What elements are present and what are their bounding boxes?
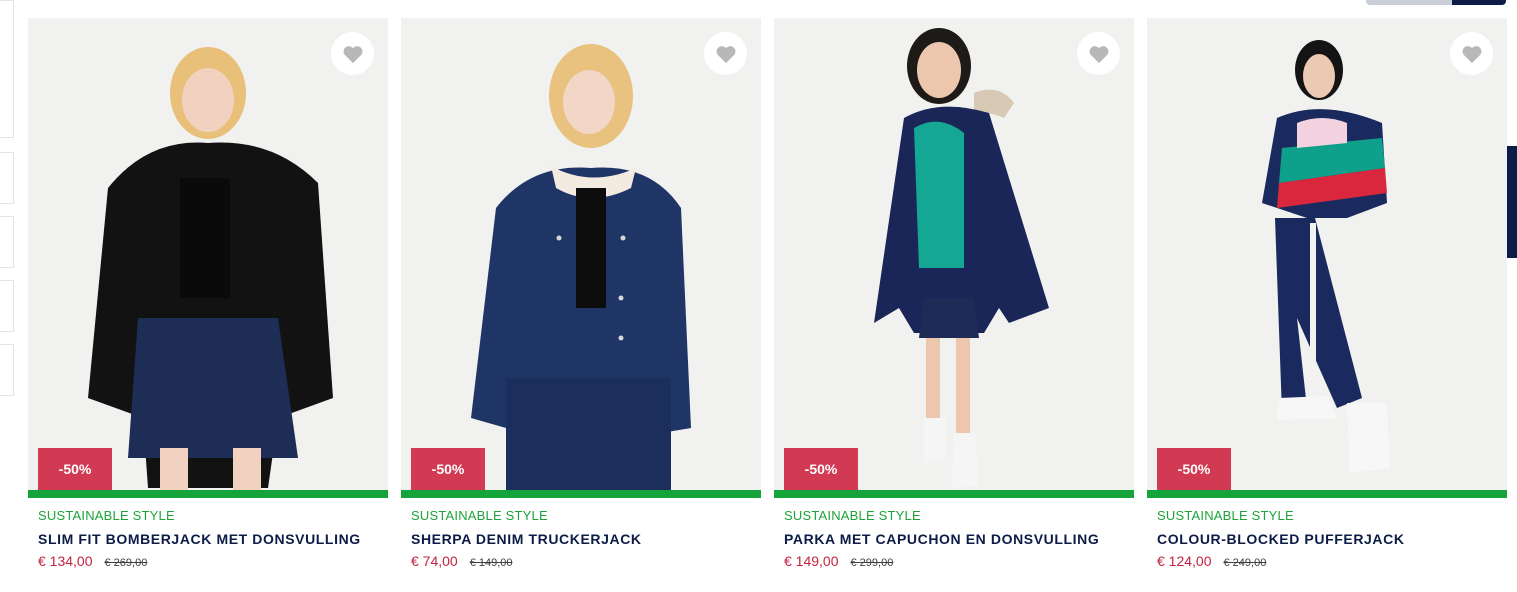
side-feedback-tab[interactable]	[1506, 146, 1517, 258]
model-figure-icon	[874, 28, 1049, 488]
sale-price: € 149,00	[784, 553, 839, 569]
sustainable-tag: SUSTAINABLE STYLE	[38, 508, 175, 523]
model-figure-icon	[88, 47, 333, 490]
filter-box[interactable]	[0, 280, 14, 332]
sustainable-tag: SUSTAINABLE STYLE	[784, 508, 921, 523]
heart-icon	[1462, 45, 1481, 63]
heart-icon	[343, 45, 362, 63]
heart-icon	[1089, 45, 1108, 63]
sale-price: € 74,00	[411, 553, 458, 569]
view-toggle-option[interactable]	[1366, 0, 1452, 5]
price-row: € 149,00 € 299,00	[784, 553, 1134, 569]
product-info: SUSTAINABLE STYLE PARKA MET CAPUCHON EN …	[774, 498, 1134, 569]
product-grid: -50% SUSTAINABLE STYLE SLIM FIT BOMBERJA…	[28, 18, 1507, 569]
original-price: € 269,00	[104, 557, 148, 569]
model-figure-icon	[471, 44, 691, 490]
filter-box[interactable]	[0, 0, 14, 138]
product-title[interactable]: COLOUR-BLOCKED PUFFERJACK	[1157, 531, 1507, 548]
price-row: € 74,00 € 149,00	[411, 553, 761, 569]
product-title[interactable]: SHERPA DENIM TRUCKERJACK	[411, 531, 761, 548]
product-title[interactable]: SLIM FIT BOMBERJACK MET DONSVULLING	[38, 531, 388, 548]
sustainable-tag: SUSTAINABLE STYLE	[411, 508, 548, 523]
discount-badge: -50%	[411, 448, 485, 490]
model-figure-icon	[1262, 40, 1390, 473]
sale-price: € 124,00	[1157, 553, 1212, 569]
product-title[interactable]: PARKA MET CAPUCHON EN DONSVULLING	[784, 531, 1134, 548]
product-image[interactable]: -50%	[28, 18, 388, 490]
product-info: SUSTAINABLE STYLE COLOUR-BLOCKED PUFFERJ…	[1147, 498, 1507, 569]
wishlist-button[interactable]	[331, 32, 374, 75]
wishlist-button[interactable]	[1450, 32, 1493, 75]
view-toggle-option-active[interactable]	[1452, 0, 1506, 5]
filter-box[interactable]	[0, 152, 14, 204]
view-toggle[interactable]	[1366, 0, 1506, 5]
product-card[interactable]: -50% SUSTAINABLE STYLE SHERPA DENIM TRUC…	[401, 18, 761, 569]
product-card[interactable]: -50% SUSTAINABLE STYLE SLIM FIT BOMBERJA…	[28, 18, 388, 569]
wishlist-button[interactable]	[1077, 32, 1120, 75]
price-row: € 134,00 € 269,00	[38, 553, 388, 569]
original-price: € 149,00	[469, 557, 513, 569]
sustainable-tag: SUSTAINABLE STYLE	[1157, 508, 1294, 523]
original-price: € 299,00	[850, 557, 894, 569]
filter-box[interactable]	[0, 344, 14, 396]
discount-badge: -50%	[784, 448, 858, 490]
sustainable-bar	[1147, 490, 1507, 498]
discount-badge: -50%	[38, 448, 112, 490]
product-image[interactable]: -50%	[774, 18, 1134, 490]
discount-badge: -50%	[1157, 448, 1231, 490]
filter-box[interactable]	[0, 216, 14, 268]
product-info: SUSTAINABLE STYLE SLIM FIT BOMBERJACK ME…	[28, 498, 388, 569]
sustainable-bar	[401, 490, 761, 498]
product-image[interactable]: -50%	[401, 18, 761, 490]
product-info: SUSTAINABLE STYLE SHERPA DENIM TRUCKERJA…	[401, 498, 761, 569]
product-card[interactable]: -50% SUSTAINABLE STYLE PARKA MET CAPUCHO…	[774, 18, 1134, 569]
wishlist-button[interactable]	[704, 32, 747, 75]
sustainable-bar	[774, 490, 1134, 498]
filter-panel-edge	[0, 0, 14, 400]
sale-price: € 134,00	[38, 553, 93, 569]
original-price: € 249,00	[1223, 557, 1267, 569]
product-image[interactable]: -50%	[1147, 18, 1507, 490]
heart-icon	[716, 45, 735, 63]
product-listing-page: -50% SUSTAINABLE STYLE SLIM FIT BOMBERJA…	[0, 0, 1517, 592]
sustainable-bar	[28, 490, 388, 498]
price-row: € 124,00 € 249,00	[1157, 553, 1507, 569]
product-card[interactable]: -50% SUSTAINABLE STYLE COLOUR-BLOCKED PU…	[1147, 18, 1507, 569]
